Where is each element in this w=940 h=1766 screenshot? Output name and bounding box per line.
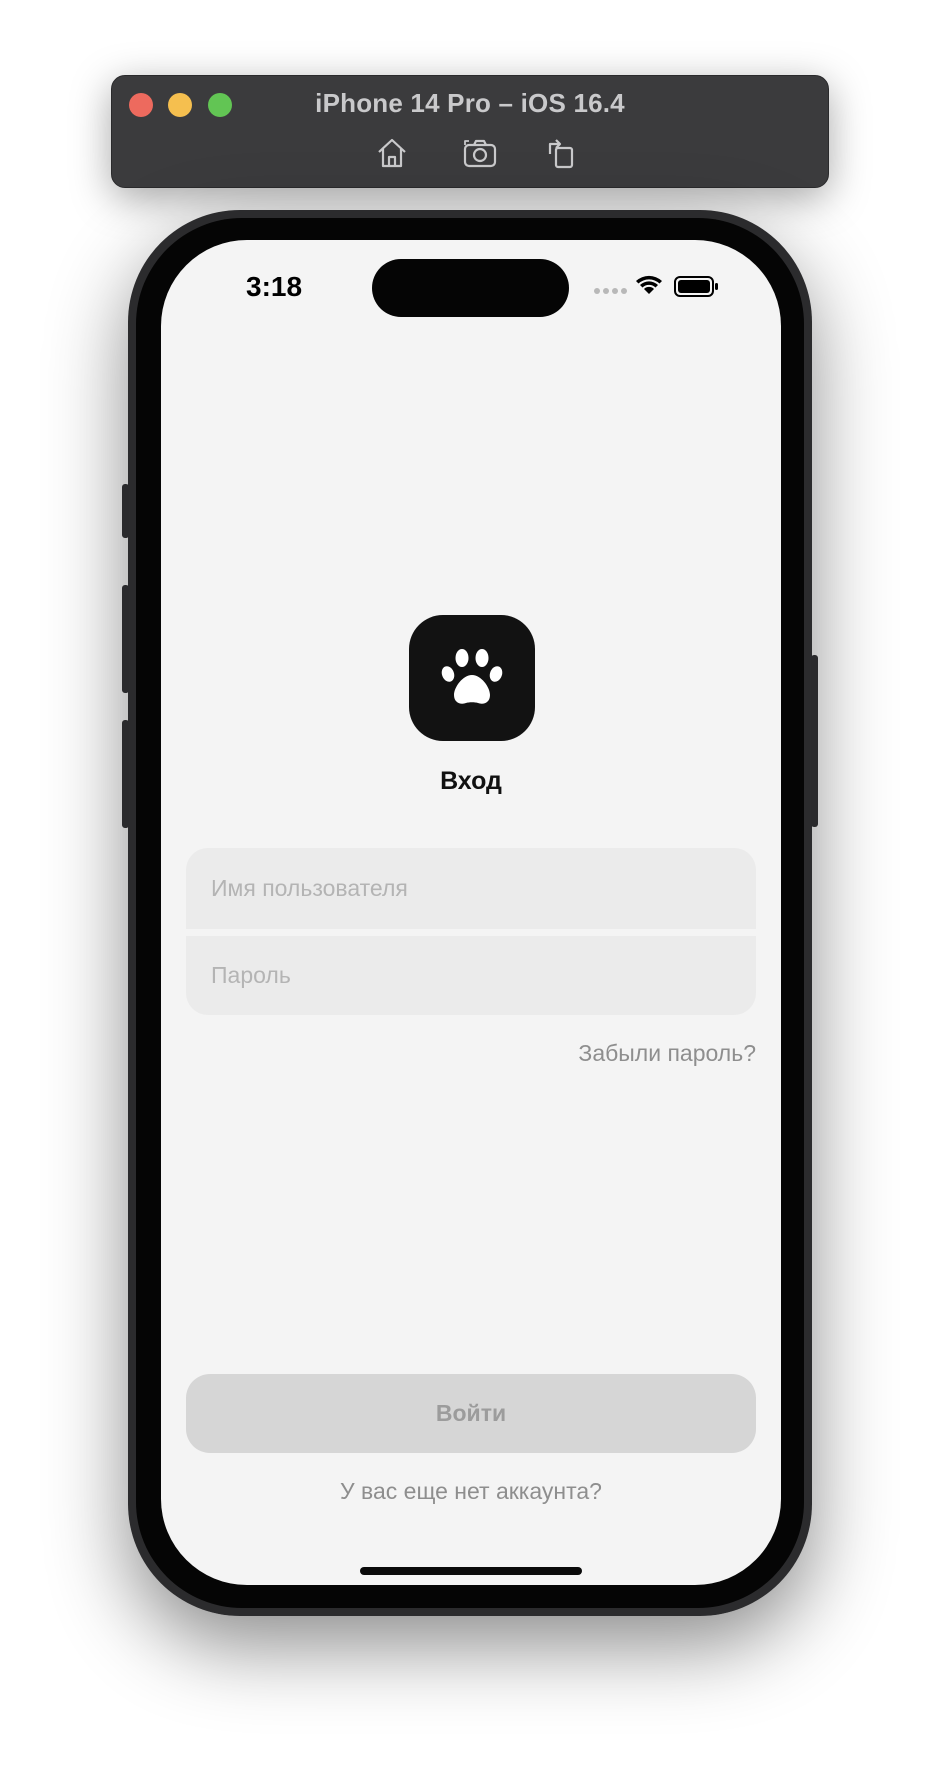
- simulator-titlebar: iPhone 14 Pro – iOS 16.4: [111, 75, 829, 188]
- simulator-stage: iPhone 14 Pro – iOS 16.4 3:18 Вход Имя п…: [0, 0, 940, 1766]
- page-title: Вход: [440, 767, 502, 795]
- login-button[interactable]: Войти: [186, 1374, 756, 1453]
- dynamic-island: [372, 259, 569, 317]
- forgot-password-link[interactable]: Забыли пароль?: [578, 1040, 756, 1067]
- cellular-icon: [594, 288, 627, 294]
- home-icon[interactable]: [374, 136, 410, 170]
- username-field[interactable]: [186, 848, 756, 929]
- volume-down-button: [122, 720, 129, 828]
- app-logo: [409, 615, 535, 741]
- power-button: [811, 655, 818, 827]
- status-icons: [593, 272, 733, 300]
- wifi-icon: [636, 275, 662, 294]
- paw-icon: [441, 649, 503, 704]
- screenshot-icon[interactable]: [462, 136, 498, 170]
- action-button: [122, 484, 129, 538]
- simulator-title: iPhone 14 Pro – iOS 16.4: [315, 88, 625, 118]
- battery-icon: [674, 276, 718, 297]
- simulator-toolbar: [112, 136, 828, 170]
- status-time: 3:18: [246, 271, 303, 302]
- phone-screen: 3:18 Вход Имя пользователя Забыли пароль…: [161, 240, 781, 1585]
- rotate-icon[interactable]: [542, 136, 578, 170]
- volume-up-button: [122, 585, 129, 693]
- home-indicator[interactable]: [360, 1567, 582, 1575]
- login-form: [186, 848, 756, 1015]
- password-field[interactable]: [186, 936, 756, 1015]
- signup-link[interactable]: У вас еще нет аккаунта?: [161, 1478, 781, 1505]
